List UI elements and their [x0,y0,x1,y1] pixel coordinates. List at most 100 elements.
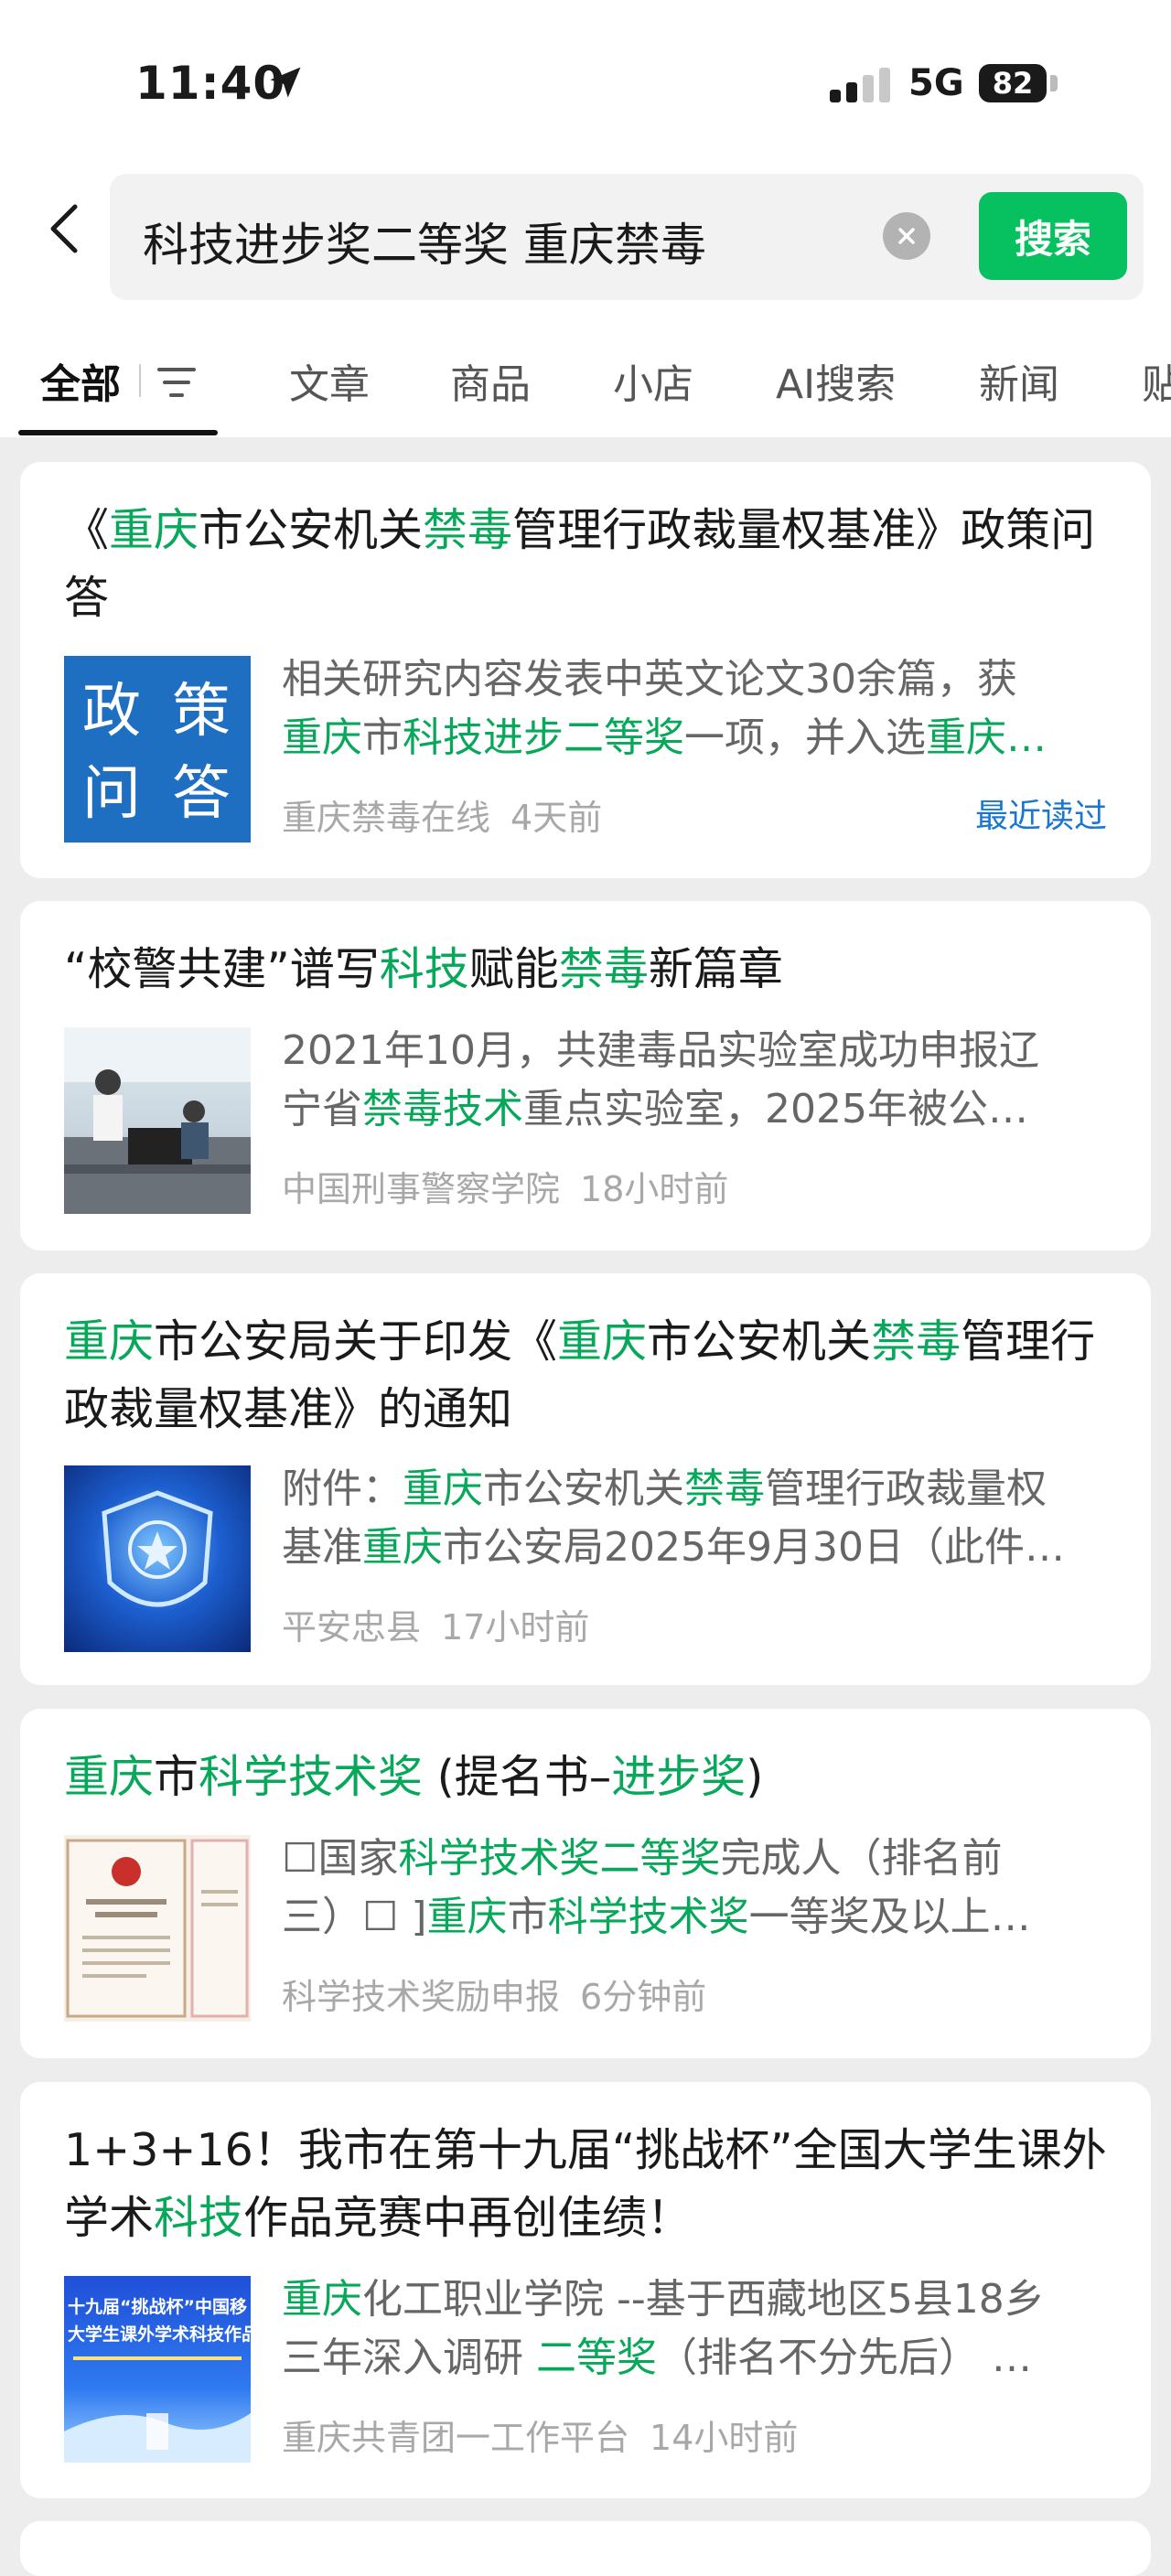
battery-icon: 82 [979,64,1047,102]
certificate-thumbnail [64,1835,251,2022]
text-segment: 三）☐ ] [282,1894,427,1940]
result-meta: 平安忠县 17小时前 [282,1599,589,1649]
tab-divider [139,364,141,397]
result-snippet: 2021年10月，共建毒品实验室成功申报辽 宁省禁毒技术重点实验室，2025年被… [282,1022,1123,1139]
keyword-highlight: 科学技术奖二等奖 [398,1835,721,1882]
result-meta: 科学技术奖励申报 6分钟前 [282,1969,706,2019]
result-source: 科学技术奖励申报 [282,1977,561,2017]
text-segment: 赋能 [468,943,559,995]
result-title: 1+3+16！我市在第十九届“挑战杯”全国大学生课外学术科技作品竞赛中再创佳绩！ [64,2117,1116,2252]
keyword-highlight: 科学技术奖 [547,1894,749,1940]
police-emblem-thumbnail [64,1465,251,1652]
result-source: 重庆共青团一工作平台 [282,2418,630,2458]
snippet-line: 重庆市科技进步二等奖一项，并入选重庆… [282,709,1123,767]
result-time: 6分钟前 [580,1977,707,2017]
result-meta: 中国刑事警察学院 18小时前 [282,1161,728,1211]
keyword-highlight: 重庆 [64,1751,155,1803]
keyword-highlight: 禁毒 [423,504,513,556]
close-icon [898,228,915,244]
result-time: 18小时前 [580,1169,729,1209]
text-segment: 市公安机关 [483,1465,684,1512]
keyword-highlight: 科技 [379,943,469,995]
keyword-highlight: 重庆 [282,714,362,761]
text-segment: 完成人（排名前 [720,1835,1003,1882]
text-segment: 一项，并入选 [684,714,926,761]
tab-all[interactable]: 全部 [40,351,121,410]
tab-more[interactable]: 贴 [1142,351,1171,410]
keyword-highlight: 科技 [154,2192,244,2244]
result-snippet: 相关研究内容发表中英文论文30余篇，获 重庆市科技进步二等奖一项，并入选重庆… [282,650,1123,767]
text-segment: 基准 [282,1524,362,1571]
keyword-highlight: 科技进步二等奖 [403,714,684,761]
result-source: 中国刑事警察学院 [282,1169,561,1209]
keyword-highlight: 重庆 [282,2276,362,2323]
result-source: 重庆禁毒在线 [282,798,491,838]
result-time: 4天前 [510,798,603,838]
keyword-highlight: 二等奖 [536,2334,657,2381]
chevron-left-icon [50,204,78,253]
result-card[interactable]: 重庆市科学技术奖 (提名书–进步奖) ☐国家科学技术奖二等奖完成人（排名前 三）… [20,1709,1151,2058]
clear-search-button[interactable] [883,212,930,260]
lab-photo-thumbnail [64,1027,251,1214]
search-input[interactable]: 科技进步奖二等奖 重庆禁毒 搜索 [110,174,1144,300]
category-tabs: 全部 文章 商品 小店 AI搜索 新闻 贴 [0,311,1171,437]
tab-products[interactable]: 商品 [450,351,531,410]
text-segment: 重点实验室，2025年被公… [523,1086,1028,1132]
snippet-line: 三年深入调研 二等奖（排名不分先后） … [282,2329,1123,2388]
snippet-line: 基准重庆市公安局2025年9月30日（此件… [282,1519,1123,1577]
tab-news[interactable]: 新闻 [979,351,1059,410]
text-segment: 新篇章 [648,943,783,995]
filter-icon[interactable] [156,364,198,401]
search-header: 科技进步奖二等奖 重庆禁毒 搜索 [0,174,1171,311]
snippet-line: 重庆化工职业学院 --基于西藏地区5县18乡 [282,2270,1123,2329]
result-meta: 重庆禁毒在线 4天前 [282,789,602,840]
snippet-line: 三）☐ ]重庆市科学技术奖一等奖及以上… [282,1888,1123,1947]
search-query-text: 科技进步奖二等奖 重庆禁毒 [143,219,706,272]
keyword-highlight: 重庆 [109,504,199,556]
keyword-highlight: 科学技术奖 [199,1751,424,1803]
competition-banner-thumbnail: 十九届“挑战杯”中国移 大学生课外学术科技作品 [64,2276,251,2463]
keyword-highlight: 进步奖 [611,1751,747,1803]
result-card[interactable]: 《重庆市公安机关禁毒管理行政裁量权基准》政策问答 政 策 问 答 相关研究内容发… [20,462,1151,878]
result-card[interactable]: 1+3+16！我市在第十九届“挑战杯”全国大学生课外学术科技作品竞赛中再创佳绩！… [20,2082,1151,2498]
text-segment: 《 [64,504,110,556]
search-button[interactable]: 搜索 [979,192,1127,280]
keyword-highlight: 重庆 [64,1315,155,1368]
text-segment: 市 [154,1751,199,1803]
network-type: 5G [908,62,964,104]
result-snippet: 重庆化工职业学院 --基于西藏地区5县18乡 三年深入调研 二等奖（排名不分先后… [282,2270,1123,2388]
text-segment: ☐国家 [282,1835,399,1882]
thumb-char: 政 [82,678,141,746]
text-segment: (提名书– [423,1751,612,1803]
text-segment: 一等奖及以上… [748,1894,1031,1940]
tab-shops[interactable]: 小店 [613,351,693,410]
text-segment: 市公安局2025年9月30日（此件… [443,1524,1065,1571]
result-source: 平安忠县 [282,1607,422,1648]
status-bar: 11:40 5G 82 [0,0,1171,174]
keyword-highlight: 重庆 [403,1465,483,1512]
text-segment: 作品竞赛中再创佳绩！ [243,2192,693,2244]
keyword-highlight: 禁毒 [871,1315,962,1368]
text-segment: ) [746,1751,764,1803]
text-segment: 化工职业学院 --基于西藏地区5县18乡 [362,2276,1045,2323]
result-card-partial[interactable] [20,2521,1151,2576]
recently-read-tag: 最近读过 [974,798,1107,835]
snippet-line: 附件：重庆市公安机关禁毒管理行政裁量权 [282,1460,1123,1519]
result-card[interactable]: “校警共建”谱写科技赋能禁毒新篇章 2021年10月，共建毒品实验室成功申报辽 … [20,901,1151,1250]
back-button[interactable] [37,201,91,256]
thumb-banner-text: 十九届“挑战杯”中国移 [68,2296,247,2317]
keyword-highlight: 重庆… [926,714,1047,761]
text-segment: 宁省 [282,1086,362,1132]
result-card[interactable]: 重庆市公安局关于印发《重庆市公安机关禁毒管理行政裁量权基准》的通知 附件：重庆市… [20,1273,1151,1685]
result-time: 14小时前 [650,2418,799,2458]
battery-tip [1050,75,1058,91]
tab-articles[interactable]: 文章 [289,351,370,410]
thumb-char: 答 [172,760,231,828]
thumb-char: 策 [172,678,231,746]
snippet-line: 宁省禁毒技术重点实验室，2025年被公… [282,1080,1123,1139]
text-segment: 管理行政裁量权 [765,1465,1047,1512]
snippet-line: ☐国家科学技术奖二等奖完成人（排名前 [282,1830,1123,1888]
tab-ai-search[interactable]: AI搜索 [776,351,896,410]
snippet-line: 2021年10月，共建毒品实验室成功申报辽 [282,1022,1123,1080]
keyword-highlight: 重庆 [426,1894,508,1940]
